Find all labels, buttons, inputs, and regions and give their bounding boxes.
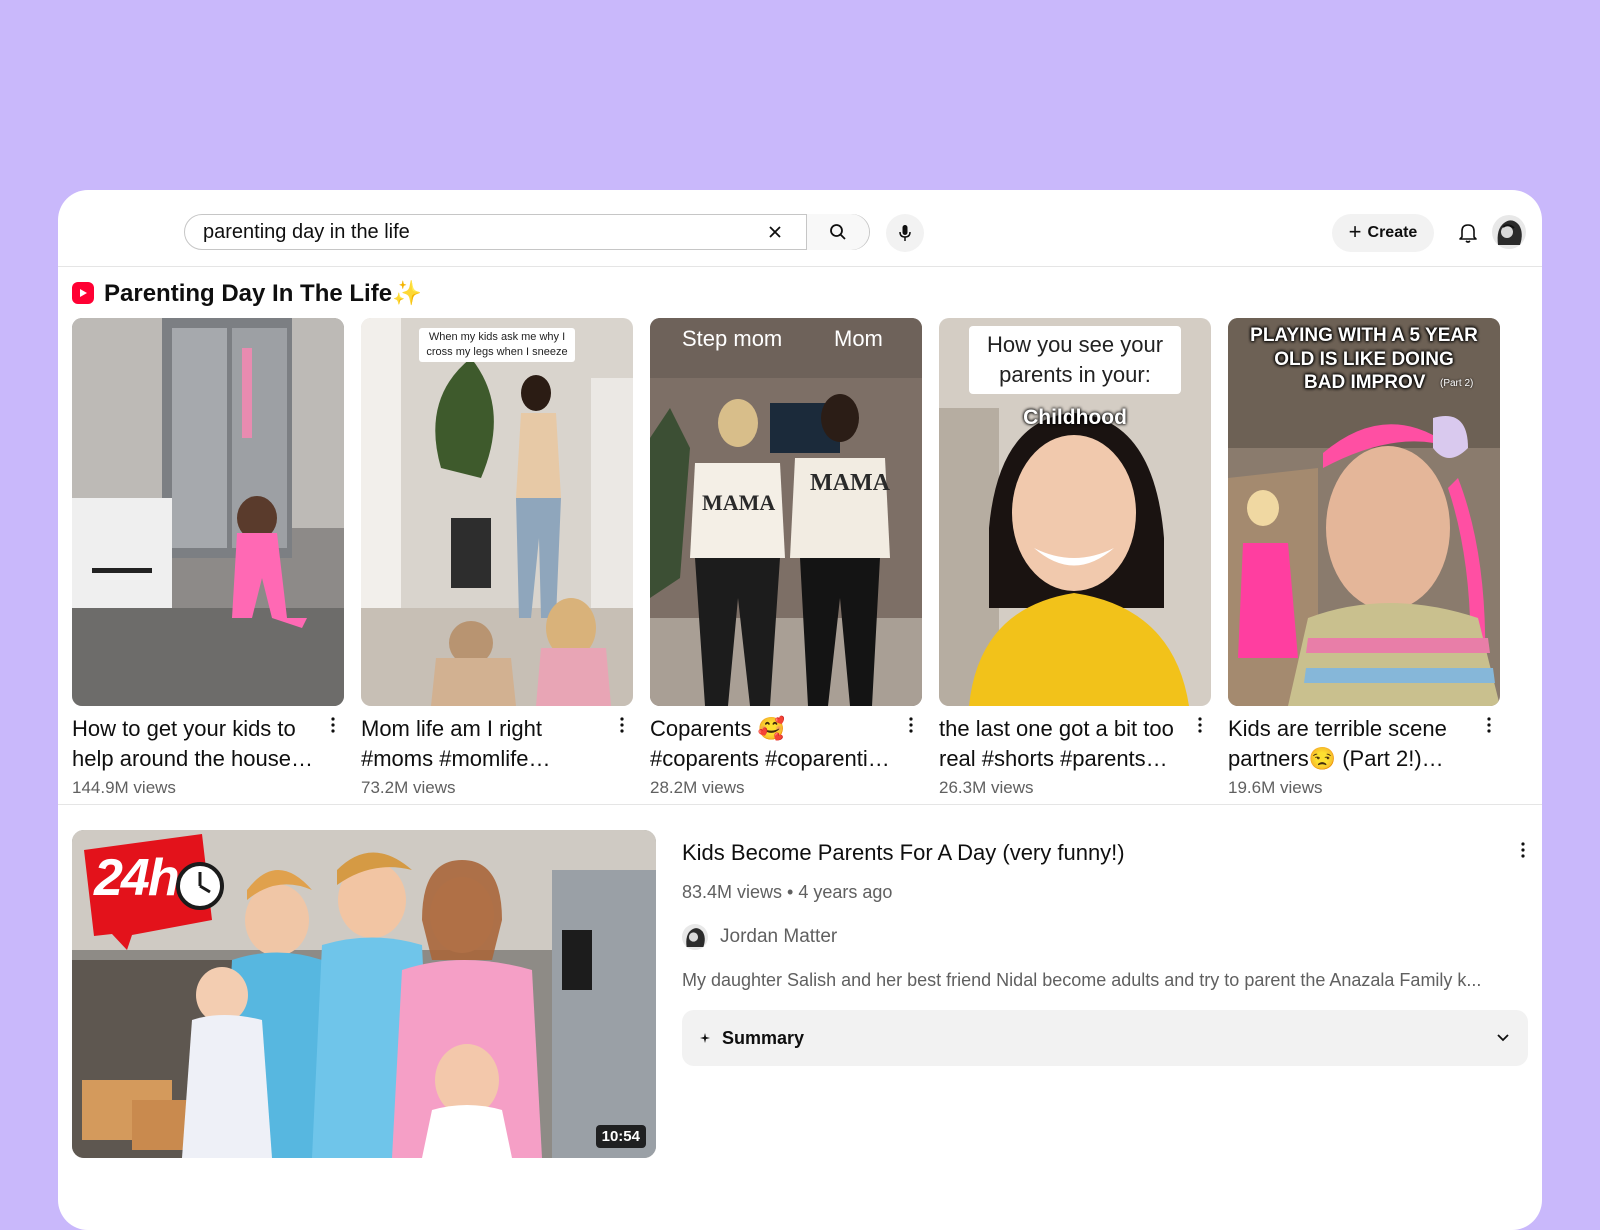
short-title[interactable]: Kids are terrible scene partners😒 (Part … xyxy=(1228,714,1472,774)
short-title[interactable]: Coparents 🥰 #coparents #coparenti… xyxy=(650,714,894,774)
shelf-header: Parenting Day In The Life✨ xyxy=(72,278,422,308)
channel-name: Jordan Matter xyxy=(720,926,838,947)
short-caption: How you see your parents in your: xyxy=(969,326,1181,394)
short-card[interactable]: How you see your parents in your: Childh… xyxy=(939,318,1211,798)
shirt-text-right: MAMA xyxy=(810,470,890,496)
short-card[interactable]: Step mom Mom MAMA MAMA Coparents 🥰 #copa… xyxy=(650,318,922,798)
youtube-window: + Create Parenting Day In The Life✨ xyxy=(58,190,1542,1230)
short-caption-sub: Childhood xyxy=(1023,406,1127,429)
short-menu-button[interactable] xyxy=(613,714,631,736)
bell-icon xyxy=(1459,224,1477,243)
notifications-button[interactable] xyxy=(1452,217,1484,249)
video-thumbnail[interactable]: 24h 10:54 xyxy=(72,830,656,1158)
short-title[interactable]: How to get your kids to help around the … xyxy=(72,714,316,774)
more-vert-icon xyxy=(1521,842,1525,858)
summary-expander[interactable]: Summary xyxy=(682,1010,1528,1066)
avatar-image xyxy=(1492,215,1526,249)
sparkle-icon xyxy=(700,1033,710,1043)
video-description: My daughter Salish and her best friend N… xyxy=(682,970,1482,990)
short-thumbnail[interactable]: Step mom Mom MAMA MAMA xyxy=(650,318,922,706)
more-vert-icon xyxy=(1198,717,1202,733)
more-vert-icon xyxy=(1487,717,1491,733)
microphone-icon xyxy=(899,225,911,241)
more-vert-icon xyxy=(331,717,335,733)
short-thumbnail[interactable]: PLAYING WITH A 5 YEAR OLD IS LIKE DOING … xyxy=(1228,318,1500,706)
channel-link[interactable]: Jordan Matter xyxy=(682,924,837,950)
search-box xyxy=(184,214,870,250)
chevron-down-icon xyxy=(1497,1034,1509,1042)
shirt-text-left: MAMA xyxy=(702,490,776,515)
search-button[interactable] xyxy=(806,214,869,250)
search-icon xyxy=(830,224,846,240)
short-menu-button[interactable] xyxy=(324,714,342,736)
short-views: 26.3M views xyxy=(939,778,1034,797)
short-card[interactable]: PLAYING WITH A 5 YEAR OLD IS LIKE DOING … xyxy=(1228,318,1500,798)
summary-label: Summary xyxy=(722,1027,805,1048)
video-metadata: 83.4M views • 4 years ago xyxy=(682,882,893,902)
short-title[interactable]: the last one got a bit too real #shorts … xyxy=(939,714,1183,774)
channel-avatar xyxy=(682,924,708,950)
short-caption-right: Mom xyxy=(834,326,883,351)
video-menu-button[interactable] xyxy=(1514,838,1532,862)
search-input[interactable] xyxy=(185,215,773,249)
short-title[interactable]: Mom life am I right #moms #momlife… xyxy=(361,714,605,774)
short-thumbnail[interactable]: When my kids ask me why I cross my legs … xyxy=(361,318,633,706)
short-caption-tag: (Part 2) xyxy=(1440,378,1474,389)
create-button[interactable]: + Create xyxy=(1332,214,1434,252)
shelf-title: Parenting Day In The Life✨ xyxy=(104,279,422,307)
short-views: 73.2M views xyxy=(361,778,456,797)
clear-search-button[interactable] xyxy=(753,215,797,249)
short-caption: When my kids ask me why I cross my legs … xyxy=(419,328,575,362)
account-avatar[interactable] xyxy=(1492,215,1526,249)
shorts-icon xyxy=(72,282,94,304)
short-thumbnail-image xyxy=(72,318,344,706)
short-menu-button[interactable] xyxy=(1480,714,1498,736)
short-thumbnail[interactable]: How you see your parents in your: Childh… xyxy=(939,318,1211,706)
more-vert-icon xyxy=(909,717,913,733)
short-caption-left: Step mom xyxy=(682,326,783,351)
short-thumbnail-image xyxy=(650,318,922,706)
short-menu-button[interactable] xyxy=(902,714,920,736)
plus-icon: + xyxy=(1348,219,1362,244)
section-divider xyxy=(58,804,1542,805)
short-caption: PLAYING WITH A 5 YEAR OLD IS LIKE DOING xyxy=(1250,325,1478,370)
close-icon xyxy=(769,226,781,238)
short-views: 28.2M views xyxy=(650,778,745,797)
short-caption-sub: BAD IMPROV xyxy=(1304,372,1426,393)
create-label: Create xyxy=(1367,224,1418,241)
video-duration: 10:54 xyxy=(595,1125,646,1148)
short-thumbnail[interactable] xyxy=(72,318,344,706)
short-views: 144.9M views xyxy=(72,778,176,797)
voice-search-button[interactable] xyxy=(886,214,924,252)
short-views: 19.6M views xyxy=(1228,778,1323,797)
short-card[interactable]: How to get your kids to help around the … xyxy=(72,318,344,798)
thumbnail-badge-text: 24h xyxy=(94,849,180,907)
short-thumbnail-image xyxy=(361,318,633,706)
short-menu-button[interactable] xyxy=(1191,714,1209,736)
short-card[interactable]: When my kids ask me why I cross my legs … xyxy=(361,318,633,798)
top-bar: + Create xyxy=(58,190,1542,267)
more-vert-icon xyxy=(620,717,624,733)
video-title[interactable]: Kids Become Parents For A Day (very funn… xyxy=(682,840,1125,866)
